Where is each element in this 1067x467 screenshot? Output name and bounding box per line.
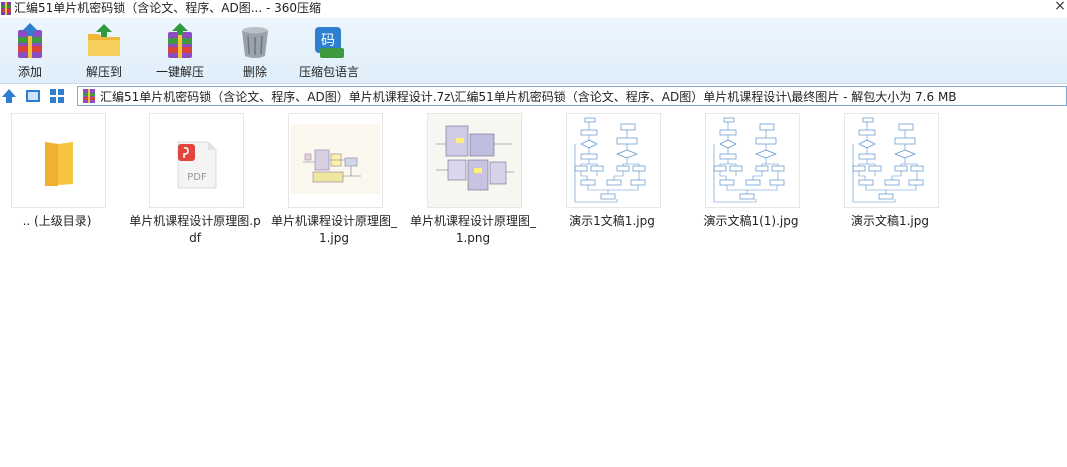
file-name: 单片机课程设计原理图.pdf	[129, 214, 261, 245]
flowchart-thumbnail-icon	[574, 117, 646, 203]
pdf-badge: PDF	[187, 172, 207, 183]
file-name: 演示文稿1.jpg	[850, 214, 930, 228]
large-icons-view-icon[interactable]	[24, 87, 42, 105]
add-button[interactable]: 添加	[8, 22, 52, 80]
path-field[interactable]: 汇编51单片机密码锁（含论文、程序、AD图）单片机课程设计.7z\汇编51单片机…	[77, 86, 1067, 106]
file-thumbnail	[705, 113, 800, 208]
list-view-icon[interactable]	[48, 87, 66, 105]
schematic-thumbnail-icon	[291, 124, 380, 194]
window-title: 汇编51单片机密码锁（含论文、程序、AD图... - 360压缩	[14, 1, 322, 15]
extract-to-button[interactable]: 解压到	[82, 22, 126, 80]
file-item-flowchart[interactable]: 演示文稿1(1).jpg	[683, 112, 819, 252]
file-thumbnail	[427, 113, 522, 208]
archive-language-icon: 码	[315, 27, 344, 58]
file-item-flowchart[interactable]: 演示文稿1.jpg	[822, 112, 958, 252]
add-label: 添加	[17, 65, 42, 79]
one-click-extract-label: 一键解压	[155, 65, 204, 79]
one-click-extract-button[interactable]: 一键解压	[152, 22, 208, 80]
folder-icon	[45, 142, 73, 186]
file-name: .. (上级目录)	[22, 214, 92, 228]
toolbar: 添加 解压到 一键解压 删除 码 压缩包语言	[0, 18, 1067, 84]
up-arrow-icon[interactable]	[0, 87, 18, 105]
one-click-extract-icon	[168, 23, 192, 58]
delete-button[interactable]: 删除	[233, 22, 277, 80]
file-item-schematic-png[interactable]: 单片机课程设计原理图_1.png	[405, 112, 541, 252]
archive-file-icon	[83, 89, 95, 103]
delete-trash-icon	[242, 27, 268, 58]
extract-to-label: 解压到	[85, 65, 122, 79]
file-thumbnail	[844, 113, 939, 208]
file-name: 单片机课程设计原理图_1.png	[409, 214, 536, 245]
extract-to-icon	[88, 24, 120, 56]
address-bar: 汇编51单片机密码锁（含论文、程序、AD图）单片机课程设计.7z\汇编51单片机…	[0, 85, 1067, 107]
add-archive-icon	[18, 23, 42, 58]
file-item-parent-folder[interactable]: .. (上级目录)	[0, 112, 125, 252]
close-button[interactable]: ×	[1053, 0, 1067, 14]
flowchart-thumbnail-icon	[713, 117, 785, 203]
file-list: .. (上级目录) PDF 单片机课程设计原理图.pdf 单片机课程设计原理图_…	[0, 112, 1067, 467]
schematic-thumbnail-icon	[428, 114, 521, 207]
file-thumbnail: PDF	[149, 113, 244, 208]
pdf-file-icon: PDF	[177, 141, 217, 189]
flowchart-thumbnail-icon	[852, 117, 924, 203]
file-name: 单片机课程设计原理图_1.jpg	[270, 214, 397, 245]
file-thumbnail	[566, 113, 661, 208]
file-item-pdf[interactable]: PDF 单片机课程设计原理图.pdf	[127, 112, 263, 252]
file-name: 演示1文稿1.jpg	[569, 214, 655, 228]
file-item-flowchart[interactable]: 演示1文稿1.jpg	[544, 112, 680, 252]
language-badge: 码	[321, 33, 335, 49]
archive-language-label: 压缩包语言	[298, 65, 359, 79]
title-bar: 汇编51单片机密码锁（含论文、程序、AD图... - 360压缩 ×	[0, 0, 1067, 18]
archive-path-text: 汇编51单片机密码锁（含论文、程序、AD图）单片机课程设计.7z\汇编51单片机…	[100, 89, 957, 104]
delete-label: 删除	[242, 65, 267, 79]
archive-app-icon	[1, 2, 11, 15]
file-thumbnail	[288, 113, 383, 208]
file-thumbnail	[11, 113, 106, 208]
file-item-schematic-jpg[interactable]: 单片机课程设计原理图_1.jpg	[266, 112, 402, 252]
archive-language-button[interactable]: 码 压缩包语言	[297, 22, 361, 80]
file-name: 演示文稿1(1).jpg	[703, 214, 799, 228]
